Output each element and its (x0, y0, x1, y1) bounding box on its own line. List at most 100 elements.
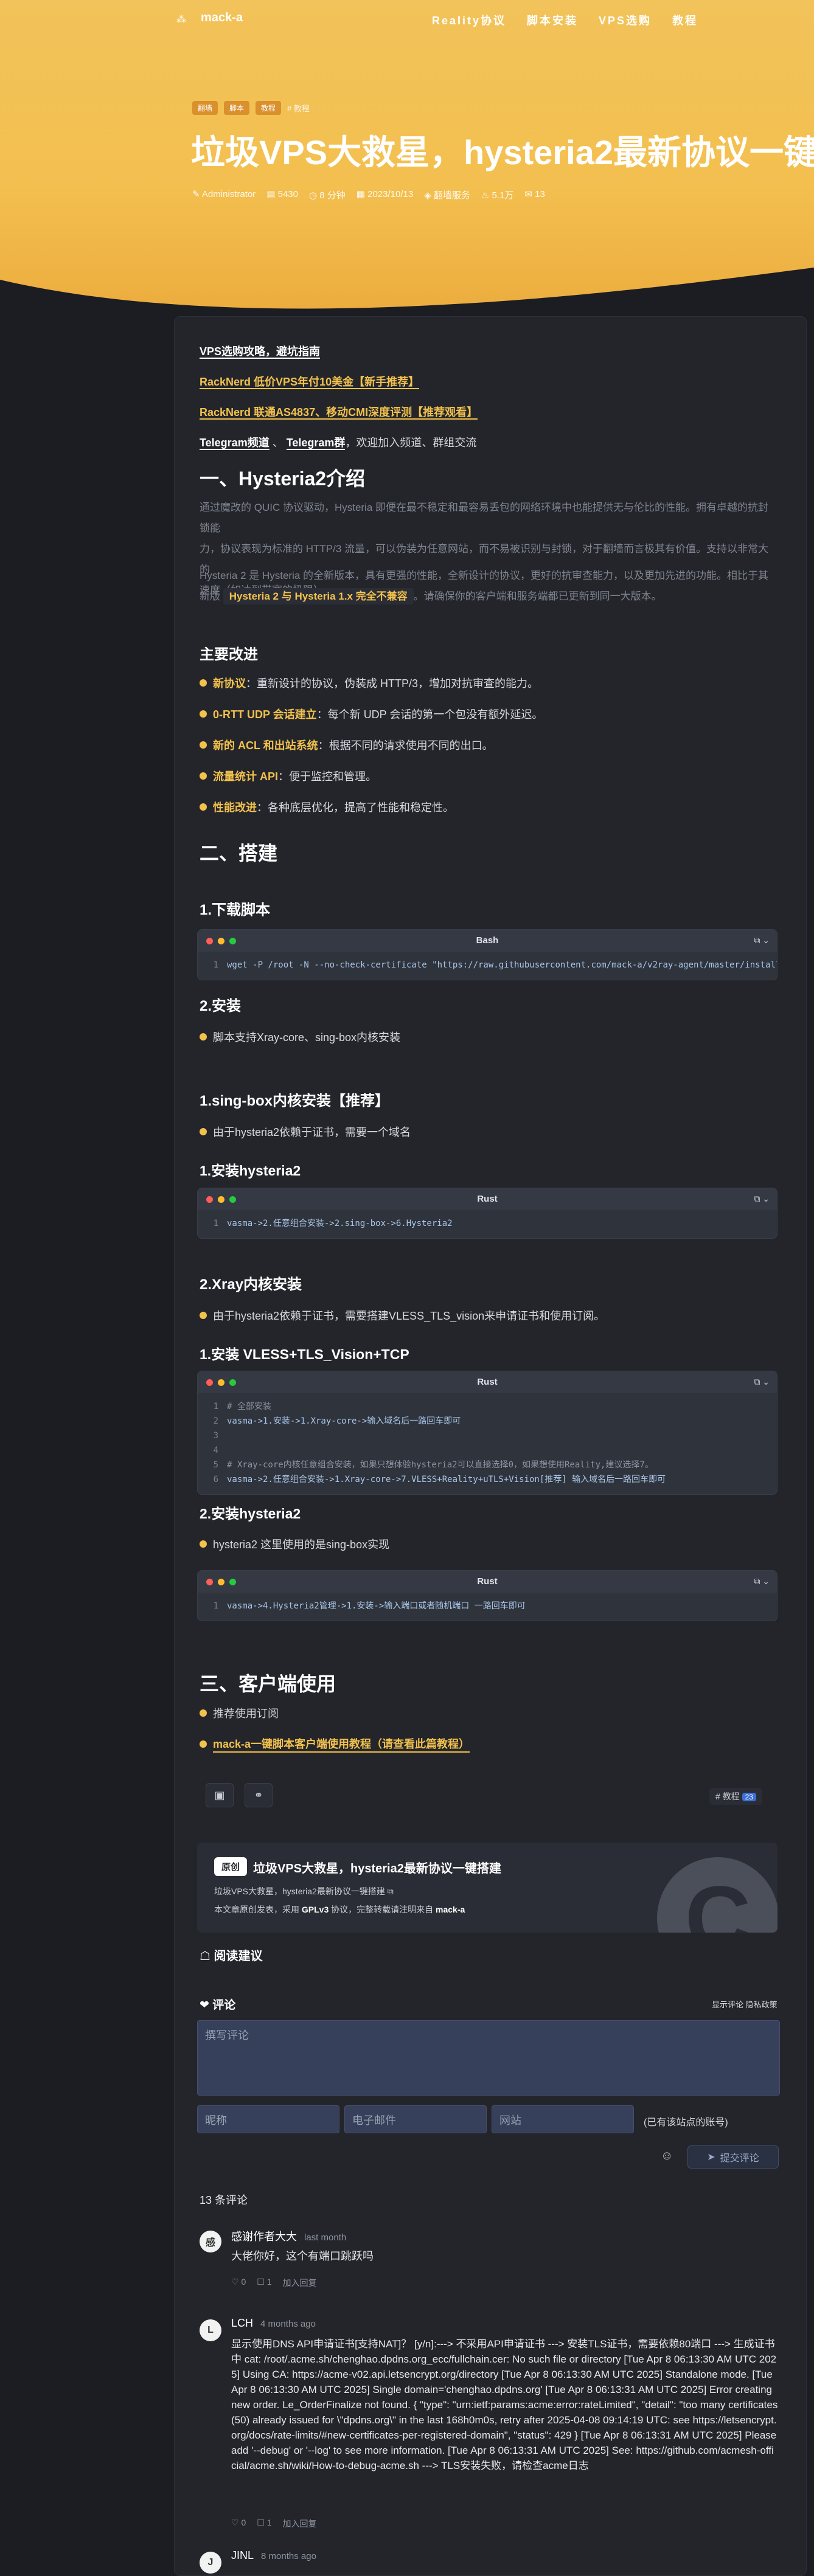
qrcode-icon[interactable]: ▣ (206, 1783, 234, 1807)
section-heading-2: 二、搭建 (200, 842, 278, 864)
post-tags: 翻墙 脚本 教程 # 教程 (192, 101, 310, 115)
code-block-bash: Bash ⧉ ⌄ 1 wget -P /root -N --no-check-ce… (197, 929, 777, 980)
telegram-channel-link[interactable]: Telegram频道 (200, 437, 270, 450)
share-title: 垃圾VPS大救星，hysteria2最新协议一键搭建 (253, 1862, 501, 1875)
copyright-card: C 原创 垃圾VPS大救星，hysteria2最新协议一键搭建 垃圾VPS大救星… (197, 1843, 777, 1933)
comment-count-label: 13 条评论 (200, 2194, 248, 2206)
login-note[interactable]: (已有该站点的账号) (644, 2114, 728, 2128)
comment-count: ✉ 13 (524, 189, 545, 199)
submit-comment-button[interactable]: ➤ 提交评论 (687, 2145, 779, 2169)
comment-settings-links[interactable]: 显示评论 隐私政策 (712, 1998, 777, 2010)
name-field[interactable]: 昵称 (197, 2105, 339, 2133)
tag-tutorial[interactable]: # 教程 23 (709, 1788, 762, 1805)
menu-item-reality[interactable]: Reality协议 (432, 12, 506, 28)
list-item: 由于hysteria2依赖于证书，需要搭建VLESS_TLS_vision来申请… (200, 1307, 605, 1323)
grid-icon[interactable]: ⁂ (176, 13, 186, 26)
tag-chip[interactable]: 脚本 (224, 101, 250, 115)
menu-item-tutorial[interactable]: 教程 (672, 12, 698, 28)
intro-paragraph-2: Hysteria 2 是 Hysteria 的全新版本，具有更强的性能，全新设计… (200, 566, 777, 607)
menu-item-install[interactable]: 脚本安装 (527, 12, 578, 28)
comment-actions: ♡ 0 ☐ 1 加入回复 (231, 2277, 317, 2289)
main-menu: Reality协议 脚本安装 VPS选购 教程 (432, 12, 698, 28)
copy-icon[interactable]: ⧉ ⌄ (754, 1377, 770, 1387)
comment-textarea[interactable]: 撰写评论 (197, 2020, 780, 2096)
reply-count-icon[interactable]: ☐ 1 (257, 2277, 271, 2289)
compat-highlight: Hysteria 2 与 Hysteria 1.x 完全不兼容 (223, 588, 414, 604)
avatar: J (200, 2552, 221, 2574)
original-badge: 原创 (214, 1857, 248, 1876)
comment-text: 显示使用DNS API申请证书[支持NAT]？ [y/n]:---> 不采用AP… (231, 2338, 778, 2471)
top-navbar: ⁂ mack-a Reality协议 脚本安装 VPS选购 教程 (0, 0, 814, 39)
comment-item: L LCH 4 months ago 显示使用DNS API申请证书[支持NAT]… (200, 2315, 777, 2546)
list-item: 性能改进：各种底层优化，提高了性能和稳定性。 (200, 799, 454, 815)
section-heading-1: 一、Hysteria2介绍 (200, 468, 366, 490)
category[interactable]: ◈ 翻墙服务 (424, 189, 470, 201)
comment-author: 感谢作者大大 last month (231, 2231, 347, 2243)
list-item: 推荐使用订阅 (200, 1705, 279, 1721)
list-item: 脚本支持Xray-core、sing-box内核安装 (200, 1029, 400, 1045)
license-line: 本文章原创发表，采用 GPLv3 协议，完整转载请注明来自 mack-a (214, 1905, 465, 1914)
comment-item: J JINL 8 months ago (200, 2547, 777, 2576)
code-block-rust-1: Rust ⧉ ⌄ 1 vasma->2.任意组合安装->2.sing-box->6… (197, 1188, 777, 1239)
tag-chip[interactable]: 翻墙 (192, 101, 218, 115)
racknerd-link-2[interactable]: RackNerd 联通AS4837、移动CMI深度评测【推荐观看】 (200, 404, 478, 420)
avatar: 感 (200, 2231, 221, 2252)
comments-label: ❤ 评论 (200, 1999, 236, 2012)
comment-item: 感 感谢作者大大 last month 大佬你好，这个有端口跳跃吗 ♡ 0 ☐ 1… (200, 2226, 777, 2293)
singbox-sub-heading: 1.安装hysteria2 (200, 1163, 301, 1179)
copy-icon[interactable]: ⧉ ⌄ (754, 1194, 770, 1204)
list-item: 流量统计 API：便于监控和管理。 (200, 768, 377, 784)
comment-author: LCH 4 months ago (231, 2317, 316, 2329)
install-heading: 2.安装 (200, 998, 242, 1014)
comment-author: JINL 8 months ago (231, 2549, 316, 2561)
code-block-rust-3: Rust ⧉ ⌄ 1 vasma->4.Hysteria2管理->1.安装->输入… (197, 1570, 777, 1621)
author[interactable]: ✎ Administrator (192, 189, 256, 201)
post-title: 垃圾VPS大救星，hysteria2最新协议一键搭建 (191, 133, 814, 171)
copy-icon[interactable]: ⧉ ⌄ (754, 1576, 770, 1587)
client-tutorial-link[interactable]: mack-a一键脚本客户端使用教程（请查看此篇教程） (213, 1736, 470, 1753)
like-icon[interactable]: ♡ 0 (231, 2277, 246, 2289)
racknerd-link-1[interactable]: RackNerd 低价VPS年付10美金【新手推荐】 (200, 373, 420, 389)
website-field[interactable]: 网站 (492, 2105, 634, 2133)
menu-item-vps[interactable]: VPS选购 (599, 12, 652, 28)
email-field[interactable]: 电子邮件 (344, 2105, 487, 2133)
list-item: 由于hysteria2依赖于证书，需要一个域名 (200, 1124, 411, 1140)
post-date: ▦ 2023/10/13 (356, 189, 414, 199)
read-time: ◷ 8 分钟 (309, 190, 346, 201)
xray-heading: 2.Xray内核安装 (200, 1276, 302, 1293)
list-item: 0-RTT UDP 会话建立：每个新 UDP 会话的第一个包没有额外延迟。 (200, 706, 543, 722)
list-item: 新协议：重新设计的协议，伪装成 HTTP/3，增加对抗审查的能力。 (200, 675, 538, 691)
tag-link[interactable]: # 教程 (287, 102, 310, 114)
section-heading-3: 三、客户端使用 (200, 1673, 336, 1695)
site-name[interactable]: mack-a (201, 11, 243, 25)
singbox-heading: 1.sing-box内核安装【推荐】 (200, 1093, 390, 1109)
list-item: 新的 ACL 和出站系统：根据不同的请求使用不同的出口。 (200, 737, 493, 753)
reply-button[interactable]: 加入回复 (283, 2518, 317, 2530)
list-item: mack-a一键脚本客户端使用教程（请查看此篇教程） (200, 1736, 470, 1753)
view-count: ♨ 5.1万 (481, 190, 514, 201)
list-item: hysteria2 这里使用的是sing-box实现 (200, 1536, 389, 1552)
like-icon[interactable]: ♡ 0 (231, 2518, 246, 2530)
improve-heading: 主要改进 (200, 646, 258, 663)
word-count: ▤ 5430 (266, 189, 298, 199)
copy-icon[interactable]: ⧉ ⌄ (754, 935, 770, 946)
code-block-rust-2: Rust ⧉ ⌄ 1 # 全部安装 2 vasma->1.安装->1.Xray-co… (197, 1371, 777, 1495)
copyright-icon: C (657, 1857, 777, 1933)
download-heading: 1.下载脚本 (200, 902, 271, 918)
reply-button[interactable]: 加入回复 (283, 2277, 317, 2289)
link-icon[interactable]: ⚭ (245, 1783, 273, 1807)
avatar: L (200, 2319, 221, 2341)
tag-chip[interactable]: 教程 (256, 101, 282, 115)
vps-guide-link[interactable]: VPS选购攻略，避坑指南 (200, 343, 321, 359)
send-icon: ➤ (707, 2152, 715, 2162)
reply-count-icon[interactable]: ☐ 1 (257, 2518, 271, 2530)
telegram-line: Telegram频道 、 Telegram群，欢迎加入频道、群组交流 (200, 437, 477, 450)
share-subtitle: 垃圾VPS大救星，hysteria2最新协议一键搭建 ⧉ (214, 1886, 394, 1896)
emoji-icon[interactable]: ☺ (661, 2149, 673, 2163)
comment-actions: ♡ 0 ☐ 1 加入回复 (231, 2518, 317, 2530)
xray-sub-heading-2: 2.安装hysteria2 (200, 1506, 301, 1522)
xray-sub-heading-1: 1.安装 VLESS+TLS_Vision+TCP (200, 1346, 409, 1362)
comment-text: 大佬你好，这个有端口跳跃吗 (231, 2250, 374, 2262)
reading-suggestion: ☖ 阅读建议 (200, 1950, 263, 1963)
telegram-group-link[interactable]: Telegram群 (286, 437, 346, 450)
